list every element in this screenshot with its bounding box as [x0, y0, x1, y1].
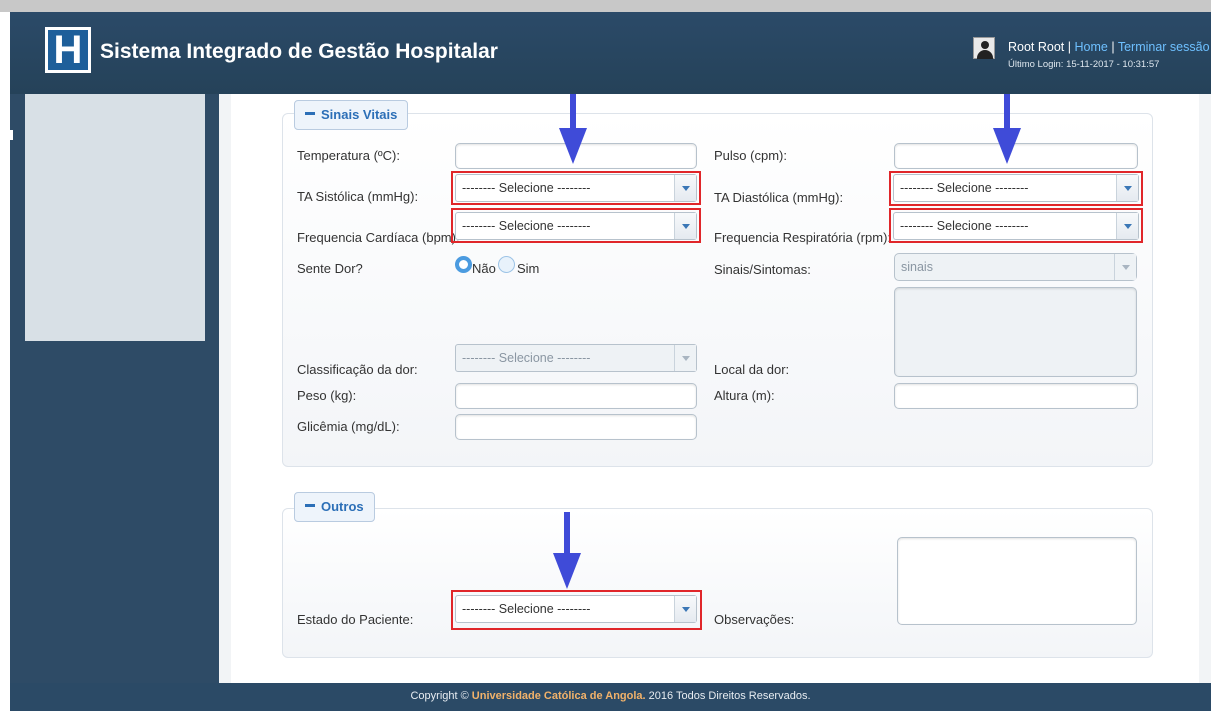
sinais-sintomas-select[interactable]: sinais [894, 253, 1137, 281]
chevron-down-icon [1122, 265, 1130, 270]
estado-paciente-label: Estado do Paciente: [297, 612, 414, 627]
classificacao-select[interactable]: -------- Selecione -------- [455, 344, 697, 372]
highlight-box [451, 590, 702, 630]
radio-nao-label: Não [472, 261, 496, 276]
sidebar-collapse-handle[interactable] [10, 130, 13, 140]
home-link[interactable]: Home [1075, 40, 1108, 54]
ta-diastolica-label: TA Diastólica (mmHg): [714, 190, 844, 205]
peso-label: Peso (kg): [297, 388, 357, 403]
top-strip [0, 0, 1211, 12]
sidebar-panel [25, 94, 205, 341]
user-name: Root Root [1008, 40, 1065, 54]
logout-link[interactable]: Terminar sessão [1118, 40, 1210, 54]
highlight-box [889, 171, 1143, 206]
freq-cardiaca-label: Frequencia Cardíaca (bpm): [297, 230, 460, 245]
footer-prefix: Copyright © [410, 690, 469, 702]
legend-label: Outros [321, 499, 364, 514]
app-title: Sistema Integrado de Gestão Hospitalar [100, 40, 498, 63]
footer-org: Universidade Católica de Angola. [471, 690, 646, 702]
sinais-sintomas-label: Sinais/Sintomas: [714, 262, 811, 277]
observacoes-label: Observações: [714, 612, 795, 627]
highlight-box [451, 208, 701, 243]
glicemia-input[interactable] [455, 414, 697, 440]
highlight-box [889, 208, 1143, 243]
ta-sistolica-label: TA Sistólica (mmHg): [297, 189, 419, 204]
radio-nao[interactable] [455, 256, 472, 273]
observacoes-textarea[interactable] [897, 537, 1137, 625]
user-avatar-icon [973, 37, 995, 59]
last-login: Último Login: 15-11-2017 - 10:31:57 [1008, 59, 1160, 70]
highlight-box [451, 171, 701, 205]
select-value: sinais [901, 260, 933, 274]
separator: | [1111, 40, 1115, 54]
local-dor-textarea[interactable] [894, 287, 1137, 377]
temperatura-label: Temperatura (ºC): [297, 148, 400, 163]
peso-input[interactable] [455, 383, 697, 409]
separator: | [1067, 40, 1072, 54]
outros-legend[interactable]: Outros [294, 492, 375, 522]
select-value: -------- Selecione -------- [462, 351, 591, 365]
pulso-label: Pulso (cpm): [714, 148, 787, 163]
chevron-down-icon [682, 356, 690, 361]
local-dor-label: Local da dor: [714, 362, 790, 377]
minus-icon [305, 504, 315, 508]
radio-sim-label: Sim [517, 261, 540, 276]
footer-suffix: 2016 Todos Direitos Reservados. [648, 690, 811, 702]
classificacao-label: Classificação da dor: [297, 362, 418, 377]
sinais-vitais-legend[interactable]: Sinais Vitais [294, 100, 409, 130]
user-links: Root Root | Home | Terminar sessão [1008, 40, 1210, 54]
sente-dor-label: Sente Dor? [297, 261, 363, 276]
glicemia-label: Glicêmia (mg/dL): [297, 419, 400, 434]
radio-sim[interactable] [498, 256, 515, 273]
hospital-logo: H [45, 27, 91, 73]
altura-label: Altura (m): [714, 388, 775, 403]
minus-icon [305, 112, 315, 116]
freq-respiratoria-label: Frequencia Respiratória (rpm): [714, 230, 892, 245]
footer: Copyright © Universidade Católica de Ang… [10, 683, 1211, 711]
legend-label: Sinais Vitais [321, 107, 398, 122]
altura-input[interactable] [894, 383, 1138, 409]
